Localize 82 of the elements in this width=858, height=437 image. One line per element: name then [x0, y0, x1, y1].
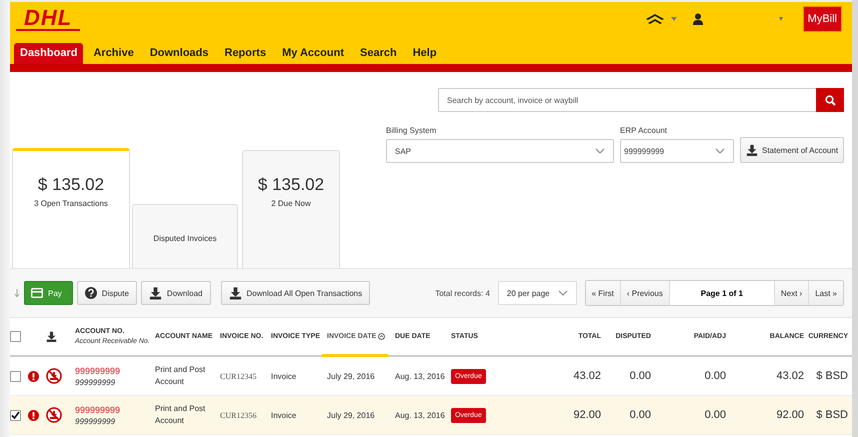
- field-label: ERP Account: [620, 126, 668, 135]
- sort-indicator-icon: [378, 333, 386, 340]
- total-records: Total records: 4: [435, 288, 490, 298]
- tab-caption: 3 Open Transactions: [34, 199, 108, 208]
- tab-caption: Disputed Invoices: [153, 234, 217, 243]
- table-cell: Invoice: [271, 410, 296, 420]
- toolbar-button[interactable]: Download All Open Transactions: [220, 281, 370, 305]
- billing-system-dropdown[interactable]: SAP: [386, 139, 614, 163]
- nav-tab[interactable]: Search: [354, 43, 403, 64]
- logo[interactable]: DHL: [16, 7, 80, 31]
- table-cell: 0.00: [630, 409, 651, 421]
- download-icon: [746, 144, 758, 156]
- nav-tab[interactable]: My Account: [276, 43, 350, 64]
- table-cell: 0.00: [630, 370, 651, 382]
- table-cell-text: Print and Post Account: [155, 364, 206, 388]
- previous-page-button[interactable]: ‹ Previous: [620, 281, 670, 305]
- next-page-button[interactable]: Next ›: [774, 281, 810, 305]
- erp-account-dropdown[interactable]: 999999999: [620, 139, 734, 163]
- chevron-down-icon: [715, 148, 725, 154]
- nav-tab[interactable]: Reports: [218, 43, 272, 64]
- no-download-icon: [46, 368, 62, 384]
- search-button[interactable]: [816, 88, 844, 112]
- receivable-number: 999999999: [75, 378, 116, 386]
- table-cell: CUR12345: [220, 372, 256, 380]
- first-page-button[interactable]: « First: [586, 281, 621, 305]
- no-download-icon: [46, 407, 62, 423]
- summary-tab[interactable]: $ 135.02 2 Due Now: [242, 150, 340, 268]
- table-cell: 43.02: [573, 370, 601, 382]
- nav-tab[interactable]: Archive: [87, 43, 140, 64]
- nav-tab[interactable]: Dashboard: [14, 43, 84, 64]
- table-cell: 0.00: [704, 370, 726, 382]
- nav-tab[interactable]: Help: [406, 43, 443, 64]
- checkbox[interactable]: [10, 331, 21, 342]
- table-cell: 43.02: [776, 370, 804, 382]
- summary-tab[interactable]: $ 135.02 3 Open Transactions: [12, 148, 130, 268]
- alert-icon: [28, 410, 39, 420]
- sort-icon[interactable]: [14, 289, 20, 297]
- account-link[interactable]: 999999999: [75, 366, 120, 376]
- caret-icon[interactable]: [670, 17, 677, 21]
- statement-button[interactable]: Statement of Account: [740, 137, 844, 163]
- alert-icon: [28, 370, 39, 382]
- table-cell: Aug. 13, 2016: [395, 410, 445, 420]
- chevron-down-icon: [595, 148, 605, 154]
- last-page-button[interactable]: Last »: [809, 281, 843, 305]
- table-cell: July 29, 2016: [327, 410, 375, 420]
- page-size-dropdown[interactable]: 20 per page: [498, 281, 577, 305]
- pay-button[interactable]: Pay: [24, 281, 73, 305]
- question-icon: [84, 287, 97, 299]
- search-icon: [824, 94, 836, 106]
- table-cell: $ BSD: [816, 409, 848, 421]
- nav-tab[interactable]: Downloads: [144, 43, 214, 64]
- download-icon: [148, 286, 162, 300]
- table-cell: 92.00: [776, 409, 804, 421]
- table-cell: $ BSD: [816, 370, 848, 382]
- mybill-button[interactable]: MyBill: [802, 6, 842, 32]
- table-cell: CUR12356: [220, 410, 256, 420]
- table-cell: Invoice: [271, 372, 296, 380]
- amount: $ 135.02: [38, 175, 104, 195]
- chevron-down-icon: [558, 290, 568, 296]
- checkbox[interactable]: [10, 370, 21, 382]
- toolbar-button[interactable]: Download: [140, 281, 210, 305]
- summary-tab[interactable]: Disputed Invoices: [132, 204, 238, 268]
- field-label: Billing System: [386, 126, 438, 135]
- user-icon[interactable]: [692, 13, 703, 25]
- account-link[interactable]: 999999999: [75, 404, 120, 414]
- scrollbar[interactable]: [852, 0, 858, 437]
- toolbar-button[interactable]: Dispute: [76, 281, 137, 305]
- table-cell-text: Print and Post Account: [155, 403, 206, 427]
- wings-icon[interactable]: [644, 13, 665, 25]
- table-cell: Aug. 13, 2016: [395, 372, 445, 380]
- table-cell: July 29, 2016: [327, 372, 375, 380]
- checkbox[interactable]: [10, 410, 21, 420]
- tab-caption: 2 Due Now: [271, 199, 311, 208]
- amount: $ 135.02: [258, 175, 324, 195]
- download-icon[interactable]: [46, 331, 57, 342]
- credit-card-icon: [31, 288, 43, 298]
- download-icon: [228, 286, 242, 300]
- page-indicator: Page 1 of 1: [670, 281, 775, 305]
- caret-icon[interactable]: [778, 17, 783, 21]
- table-cell: 0.00: [704, 409, 726, 421]
- receivable-number: 999999999: [75, 416, 116, 426]
- table-cell: 92.00: [573, 409, 601, 421]
